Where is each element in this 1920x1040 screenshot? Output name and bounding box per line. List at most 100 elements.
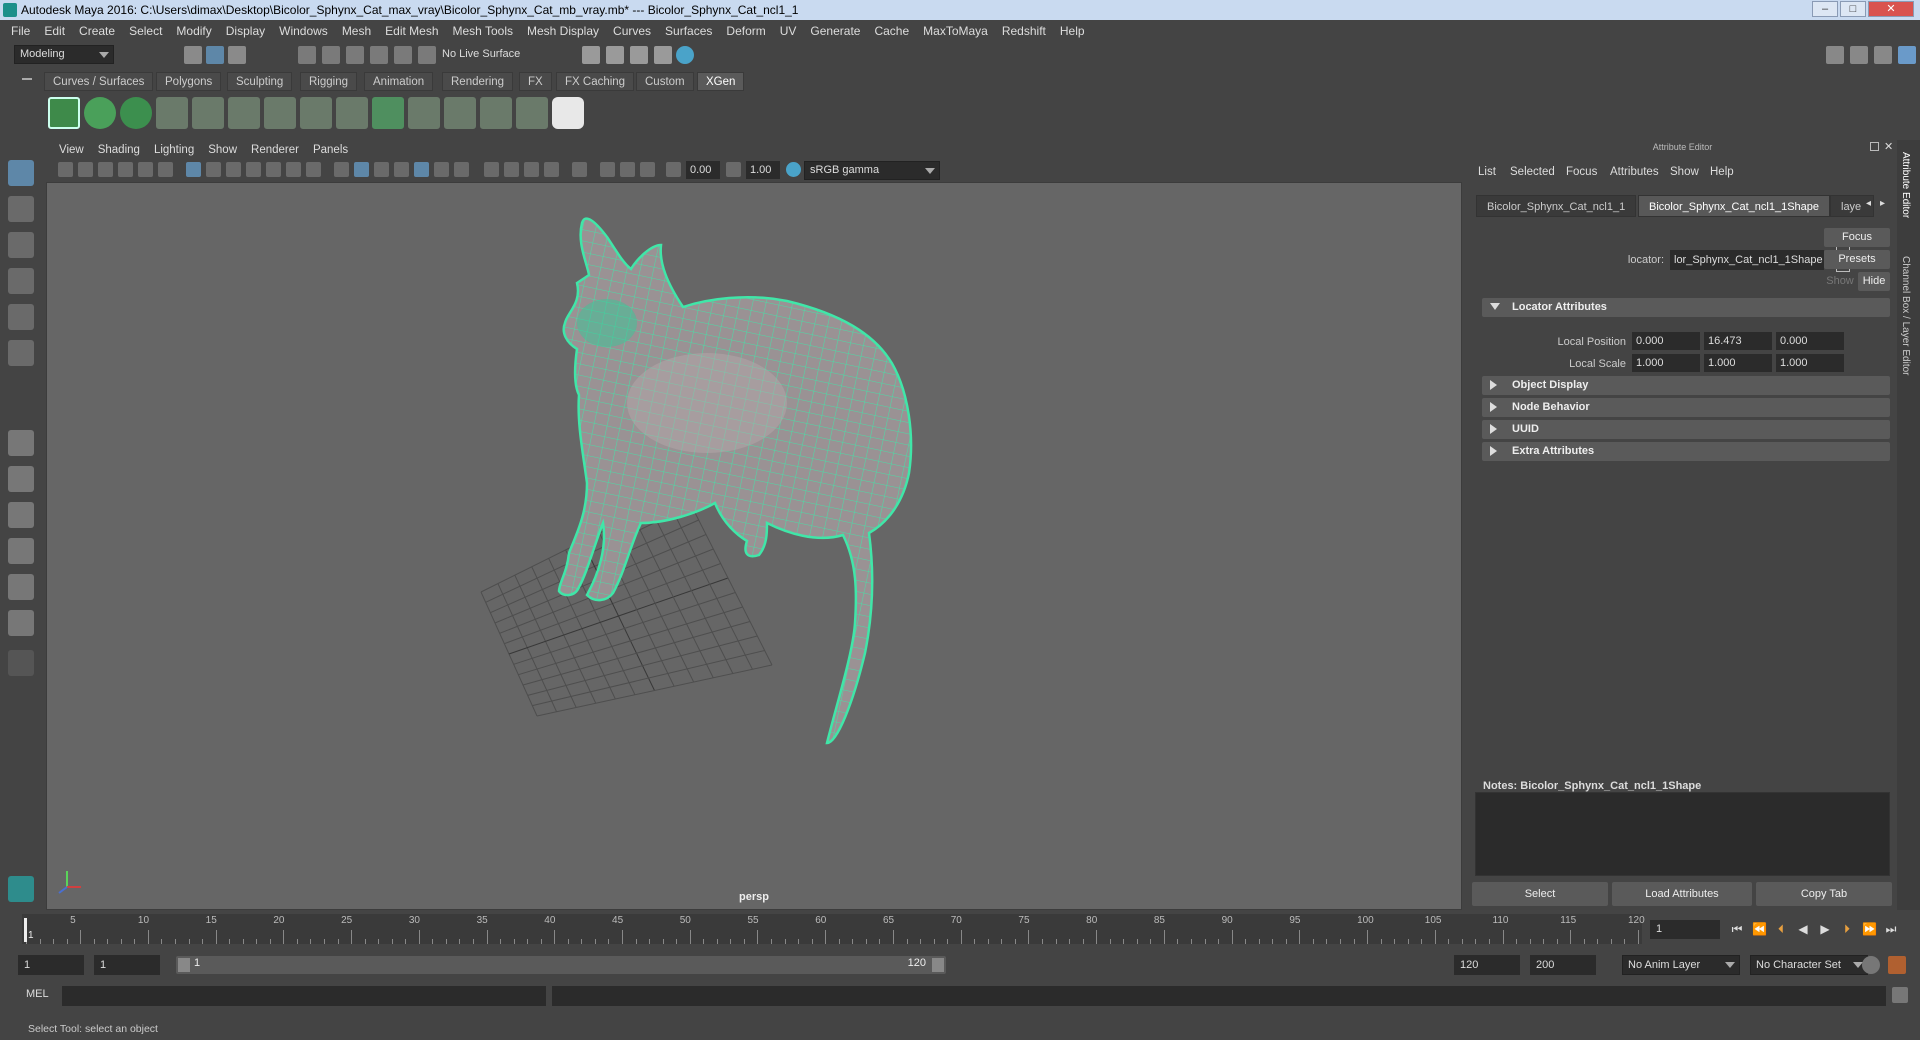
- close-panel-icon[interactable]: ✕: [1884, 140, 1893, 153]
- menu-edit-mesh[interactable]: Edit Mesh: [378, 24, 445, 38]
- range-slider[interactable]: 1 120: [176, 956, 946, 974]
- graph-layout-icon[interactable]: [8, 538, 34, 564]
- tab-rendering[interactable]: Rendering: [442, 72, 514, 91]
- menu-help[interactable]: Help: [1053, 24, 1092, 38]
- channel-box-icon[interactable]: [1898, 46, 1916, 64]
- ae-menu-focus[interactable]: Focus: [1566, 166, 1597, 178]
- wireframe-icon[interactable]: [334, 162, 349, 177]
- node-name-field[interactable]: lor_Sphynx_Cat_ncl1_1Shape: [1670, 250, 1824, 270]
- paint-select-tool-icon[interactable]: [8, 232, 34, 258]
- hypershade-layout-icon[interactable]: [8, 574, 34, 600]
- select-component-icon[interactable]: [228, 46, 246, 64]
- panel-menu-renderer[interactable]: Renderer: [244, 144, 306, 156]
- menu-windows[interactable]: Windows: [272, 24, 335, 38]
- playback-start-field[interactable]: 1: [94, 955, 160, 975]
- step-back-key-icon[interactable]: ⏴: [1774, 922, 1788, 936]
- presets-button[interactable]: Presets: [1824, 250, 1890, 269]
- ambient-occlusion-icon[interactable]: [504, 162, 519, 177]
- camera-attributes-icon[interactable]: [78, 162, 93, 177]
- range-start-handle[interactable]: [178, 958, 190, 972]
- select-button[interactable]: Select: [1472, 882, 1608, 906]
- bookmark-icon[interactable]: [98, 162, 113, 177]
- xray-icon[interactable]: [434, 162, 449, 177]
- ae-menu-selected[interactable]: Selected: [1510, 166, 1555, 178]
- menu-generate[interactable]: Generate: [803, 24, 867, 38]
- cat-mesh[interactable]: [507, 203, 947, 763]
- side-tab-channel-box[interactable]: Channel Box / Layer Editor: [1900, 256, 1911, 376]
- tab-scroll-right-icon[interactable]: ▸: [1880, 198, 1885, 209]
- play-backwards-icon[interactable]: ◀: [1796, 922, 1810, 936]
- xgen-delete-guide-icon[interactable]: [516, 97, 548, 129]
- ipr-render-icon[interactable]: [630, 46, 648, 64]
- select-tool-icon[interactable]: [8, 160, 34, 186]
- tab-curves-surfaces[interactable]: Curves / Surfaces: [44, 72, 154, 91]
- snap-view-icon[interactable]: [370, 46, 388, 64]
- snap-grid-icon[interactable]: [298, 46, 316, 64]
- step-forward-key-icon[interactable]: ⏵: [1840, 922, 1854, 936]
- move-tool-icon[interactable]: [8, 268, 34, 294]
- float-panel-icon[interactable]: [1870, 142, 1879, 151]
- load-attributes-button[interactable]: Load Attributes: [1612, 882, 1752, 906]
- field-chart-icon[interactable]: [266, 162, 281, 177]
- hypershade-icon[interactable]: [676, 46, 694, 64]
- safe-action-icon[interactable]: [286, 162, 301, 177]
- animation-start-field[interactable]: 1: [18, 955, 84, 975]
- use-all-lights-icon[interactable]: [454, 162, 469, 177]
- select-hierarchy-icon[interactable]: [184, 46, 202, 64]
- isolate-select-icon[interactable]: [572, 162, 587, 177]
- show-button[interactable]: Show: [1824, 272, 1856, 291]
- tab-animation[interactable]: Animation: [364, 72, 434, 91]
- tab-polygons[interactable]: Polygons: [156, 72, 222, 91]
- section-node-behavior[interactable]: Node Behavior: [1482, 398, 1890, 417]
- tab-custom[interactable]: Custom: [636, 72, 694, 91]
- select-object-icon[interactable]: [206, 46, 224, 64]
- animation-preferences-icon[interactable]: [1888, 956, 1906, 974]
- snap-point-icon[interactable]: [346, 46, 364, 64]
- resolution-gate-icon[interactable]: [226, 162, 241, 177]
- local-scale-y-field[interactable]: 1.000: [1704, 354, 1772, 372]
- tab-fx[interactable]: FX: [519, 72, 552, 91]
- section-object-display[interactable]: Object Display: [1482, 376, 1890, 395]
- ae-tab-shape[interactable]: Bicolor_Sphynx_Cat_ncl1_1Shape: [1638, 195, 1831, 217]
- playback-end-field[interactable]: 120: [1454, 955, 1520, 975]
- custom-layout-icon[interactable]: [8, 650, 34, 676]
- local-scale-z-field[interactable]: 1.000: [1776, 354, 1844, 372]
- default-material-icon[interactable]: [374, 162, 389, 177]
- local-scale-x-field[interactable]: 1.000: [1632, 354, 1700, 372]
- xray-joints-icon[interactable]: [600, 162, 615, 177]
- rotate-tool-icon[interactable]: [8, 304, 34, 330]
- play-forwards-icon[interactable]: ▶: [1818, 922, 1832, 936]
- section-uuid[interactable]: UUID: [1482, 420, 1890, 439]
- tab-xgen[interactable]: XGen: [697, 72, 745, 91]
- section-locator-attributes[interactable]: Locator Attributes: [1482, 298, 1890, 317]
- render-frame-icon[interactable]: [606, 46, 624, 64]
- hud-icon[interactable]: [640, 162, 655, 177]
- textured-icon[interactable]: [394, 162, 409, 177]
- side-tab-attribute-editor[interactable]: Attribute Editor: [1900, 152, 1911, 218]
- viewport-canvas[interactable]: [47, 183, 1462, 910]
- ae-menu-attributes[interactable]: Attributes: [1610, 166, 1659, 178]
- xgen-editor-icon[interactable]: [48, 97, 80, 129]
- exposure-icon[interactable]: [666, 162, 681, 177]
- step-forward-icon[interactable]: ⏩: [1862, 922, 1877, 936]
- snap-curve-icon[interactable]: [322, 46, 340, 64]
- menu-mesh-tools[interactable]: Mesh Tools: [446, 24, 520, 38]
- 2d-pan-zoom-icon[interactable]: [138, 162, 153, 177]
- menu-deform[interactable]: Deform: [719, 24, 772, 38]
- xgen-preview-icon[interactable]: [84, 97, 116, 129]
- panel-menu-lighting[interactable]: Lighting: [147, 144, 201, 156]
- menu-redshift[interactable]: Redshift: [995, 24, 1053, 38]
- menu-file[interactable]: File: [4, 24, 37, 38]
- go-to-start-icon[interactable]: ⏮: [1730, 922, 1744, 936]
- ae-tab-transform[interactable]: Bicolor_Sphynx_Cat_ncl1_1: [1476, 195, 1637, 217]
- mode-dropdown[interactable]: Modeling: [14, 45, 114, 64]
- menu-maxtomaya[interactable]: MaxToMaya: [916, 24, 995, 38]
- shadows-icon[interactable]: [484, 162, 499, 177]
- smooth-shade-icon[interactable]: [354, 162, 369, 177]
- ae-menu-list[interactable]: List: [1478, 166, 1496, 178]
- local-position-z-field[interactable]: 0.000: [1776, 332, 1844, 350]
- local-position-x-field[interactable]: 0.000: [1632, 332, 1700, 350]
- ae-menu-show[interactable]: Show: [1670, 166, 1699, 178]
- outliner-layout-icon[interactable]: [8, 502, 34, 528]
- uv-layout-icon[interactable]: [8, 610, 34, 636]
